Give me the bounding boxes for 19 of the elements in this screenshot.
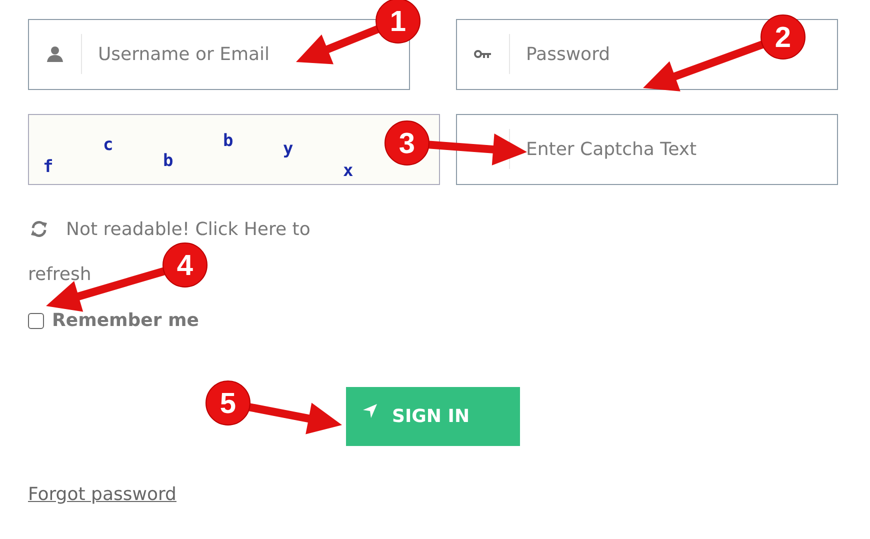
refresh-link[interactable]: refresh — [28, 264, 92, 285]
step-badge: 1 — [376, 0, 420, 44]
forgot-password-link[interactable]: Forgot password — [28, 484, 176, 505]
captcha-character: y — [283, 141, 294, 158]
step-badge: 3 — [384, 120, 430, 166]
navigation-arrow-icon — [362, 402, 378, 418]
captcha-character: b — [163, 153, 174, 170]
captcha-character: b — [223, 133, 234, 150]
remember-checkbox[interactable] — [28, 312, 44, 328]
remember-label: Remember me — [52, 310, 199, 331]
step-badge: 4 — [162, 242, 208, 288]
captcha-character: f — [43, 159, 54, 176]
captcha-field[interactable]: Enter Captcha Text — [456, 114, 838, 185]
sign-in-button[interactable]: SIGN IN — [346, 387, 520, 446]
step-badge: 5 — [206, 380, 250, 426]
refresh-icon[interactable] — [30, 221, 48, 237]
captcha-character: c — [103, 137, 114, 154]
step-badge: 2 — [760, 14, 806, 60]
captcha-character: x — [343, 163, 354, 180]
